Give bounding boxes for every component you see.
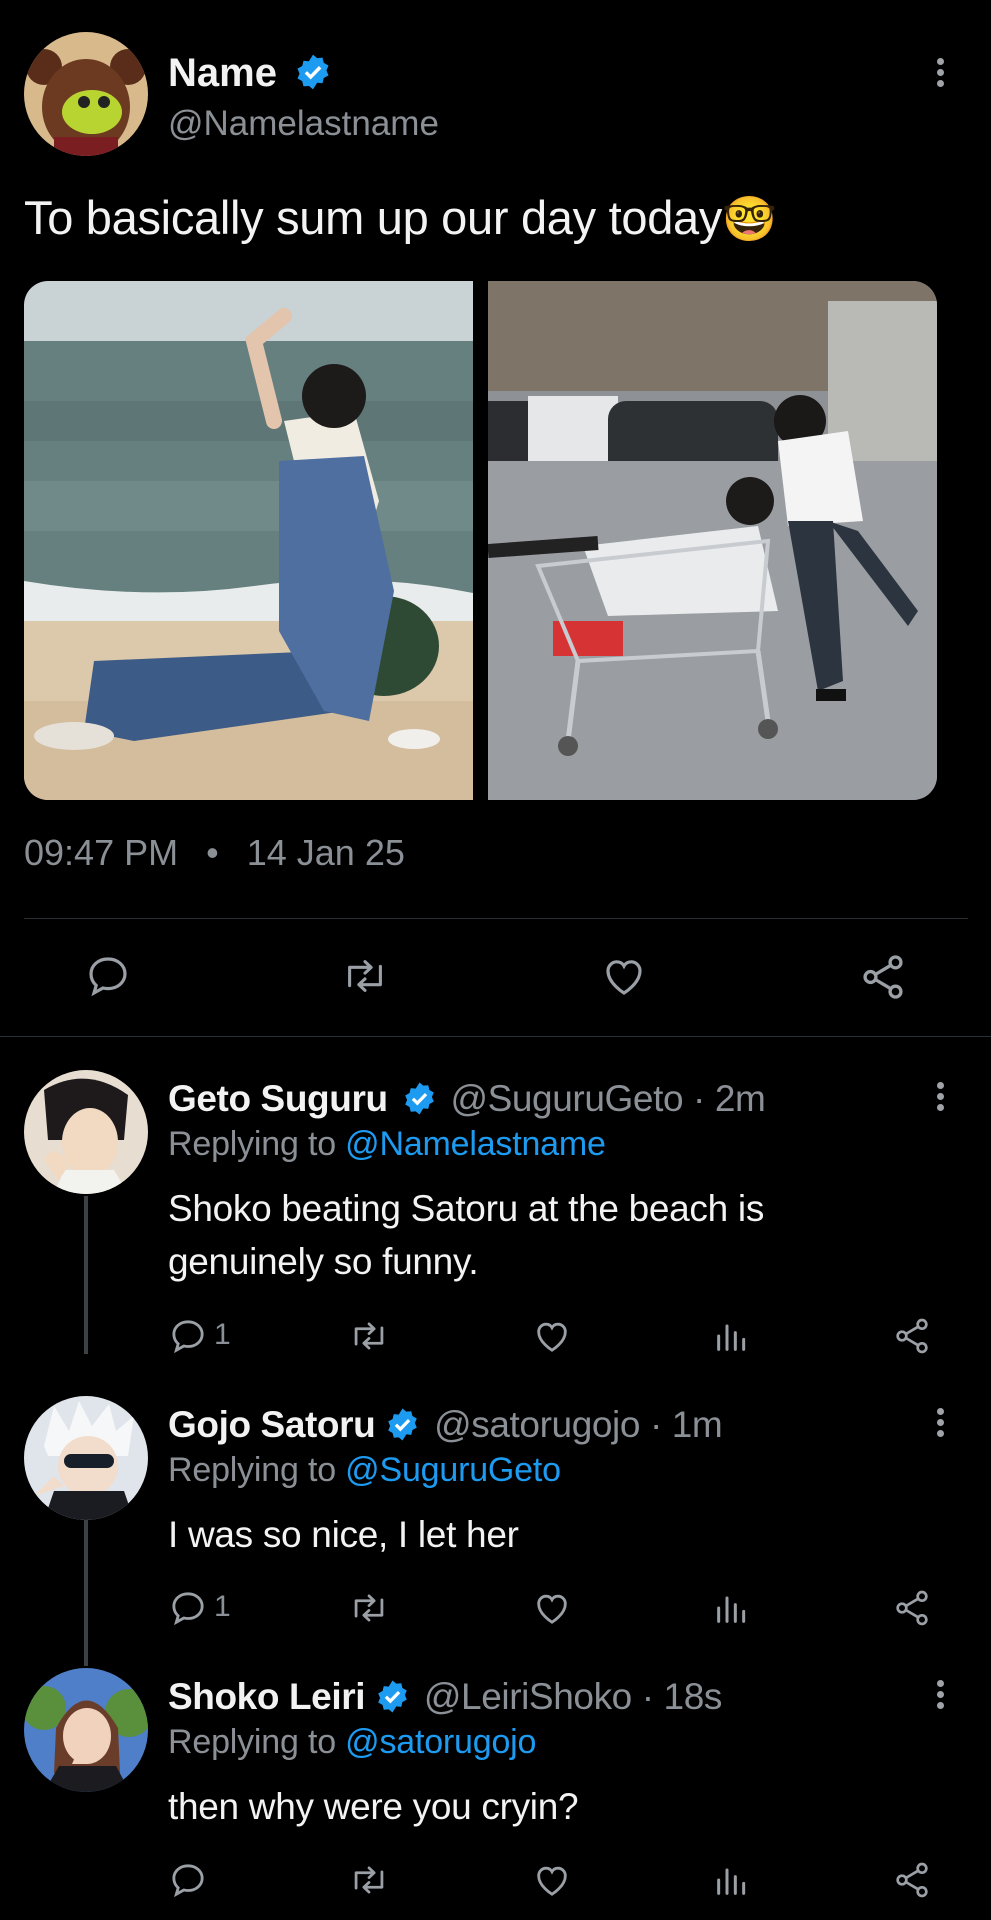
views-icon[interactable] [712,1316,752,1356]
share-icon[interactable] [892,1860,932,1900]
reply-count: 1 [214,1318,231,1351]
more-vertical-icon[interactable] [936,58,946,91]
more-vertical-icon[interactable] [936,1082,946,1115]
geto-avatar-image [24,1070,148,1194]
reply-geto[interactable]: Geto Suguru @SuguruGeto · 2m Replying to… [168,1076,948,1288]
share-icon[interactable] [892,1588,932,1628]
replying-to-mention[interactable]: @SuguruGeto [345,1451,561,1489]
retweet-icon[interactable] [348,1588,390,1628]
reply-time: · 2m [693,1078,766,1119]
like-icon[interactable] [532,1588,572,1628]
thread-connector [84,1196,88,1354]
reply-text-line: then why were you cryin? [168,1786,579,1827]
reply-icon[interactable] [168,1860,208,1900]
reply-author-name[interactable]: Shoko Leiri [168,1676,365,1717]
like-icon[interactable] [532,1860,572,1900]
like-icon[interactable] [600,952,648,1000]
verified-badge-icon [404,1082,434,1115]
post-image-cart[interactable] [488,281,937,800]
views-icon[interactable] [712,1588,752,1628]
share-icon[interactable] [892,1316,932,1356]
beach-photo [24,281,473,800]
verified-badge-icon [297,55,329,90]
replying-to-mention[interactable]: @satorugojo [345,1723,536,1761]
reply-gojo[interactable]: Gojo Satoru @satorugojo · 1m Replying to… [168,1402,948,1561]
reply-time: · 1m [649,1404,723,1445]
reply-icon[interactable] [84,952,132,1000]
post-time: 09:47 PM [24,832,179,873]
author-avatar[interactable] [24,32,148,156]
reply-time: · 18s [641,1676,723,1717]
reply-author-name[interactable]: Geto Suguru [168,1078,388,1119]
reply-icon[interactable] [168,1588,208,1628]
shoko-avatar-image [24,1668,148,1792]
reply-avatar[interactable] [24,1070,148,1194]
share-icon[interactable] [858,952,908,1002]
replying-to-label: Replying to [168,1451,346,1489]
reply-author-handle[interactable]: @satorugojo [434,1404,640,1445]
post-text-body: To basically sum up our day today [24,191,723,244]
reply-avatar[interactable] [24,1396,148,1520]
verified-badge-icon [388,1408,418,1441]
replying-to-label: Replying to [168,1723,346,1761]
avatar-image [24,32,148,156]
like-icon[interactable] [532,1316,572,1356]
verified-badge-icon [378,1680,407,1713]
post-timestamp: 09:47 PM • 14 Jan 25 [24,832,405,874]
reply-shoko[interactable]: Shoko Leiri @LeiriShoko · 18s Replying t… [168,1674,948,1833]
reply-text-line: I was so nice, I let her [168,1514,519,1555]
gojo-avatar-image [24,1396,148,1520]
reply-author-name[interactable]: Gojo Satoru [168,1404,376,1445]
reply-avatar[interactable] [24,1668,148,1792]
more-vertical-icon[interactable] [936,1408,946,1441]
post-text: To basically sum up our day today🤓 [24,190,777,245]
reply-author-handle[interactable]: @SuguruGeto [450,1078,683,1119]
section-divider [0,1036,991,1037]
replying-to-mention[interactable]: @Namelastname [345,1125,606,1163]
more-vertical-icon[interactable] [936,1680,946,1713]
divider [24,918,968,919]
post-date: 14 Jan 25 [246,832,405,873]
thread-connector [84,1520,88,1666]
post-image-beach[interactable] [24,281,473,800]
reply-text-line: genuinely so funny. [168,1241,479,1282]
retweet-icon[interactable] [348,1860,390,1900]
retweet-icon[interactable] [348,1316,390,1356]
timestamp-separator: • [206,832,219,873]
views-icon[interactable] [712,1860,752,1900]
author-name[interactable]: Name [168,51,277,95]
replying-to-label: Replying to [168,1125,346,1163]
cart-photo [488,281,937,800]
reply-text-line: Shoko beating Satoru at the beach is [168,1188,765,1229]
author-handle[interactable]: @Namelastname [168,104,439,144]
reply-count: 1 [214,1590,231,1623]
reply-author-handle[interactable]: @LeiriShoko [424,1676,632,1717]
author-name-row[interactable]: Name [168,48,332,98]
nerd-face-emoji: 🤓 [722,195,777,244]
reply-icon[interactable] [168,1316,208,1356]
retweet-icon[interactable] [340,952,390,1000]
